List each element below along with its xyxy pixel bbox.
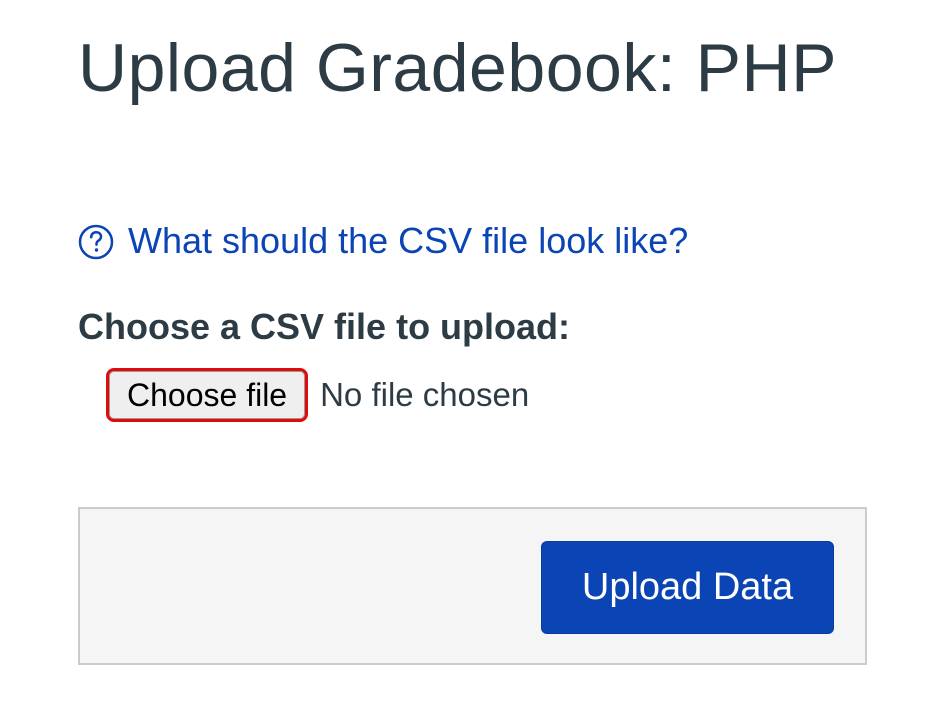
csv-help-link-label: What should the CSV file look like? [128,220,689,261]
file-status-text: No file chosen [320,376,530,413]
csv-help-link[interactable]: What should the CSV file look like? [78,218,688,264]
question-circle-icon [78,224,114,260]
upload-gradebook-page: Upload Gradebook: PHP What should the CS… [0,0,926,710]
csv-file-input: Choose file No file chosen [106,368,529,422]
page-title: Upload Gradebook: PHP [78,30,837,106]
choose-file-button[interactable]: Choose file [106,368,309,422]
upload-data-button[interactable]: Upload Data [541,541,834,634]
csv-file-label: Choose a CSV file to upload: [78,306,571,347]
form-actions-panel: Upload Data [78,507,867,665]
